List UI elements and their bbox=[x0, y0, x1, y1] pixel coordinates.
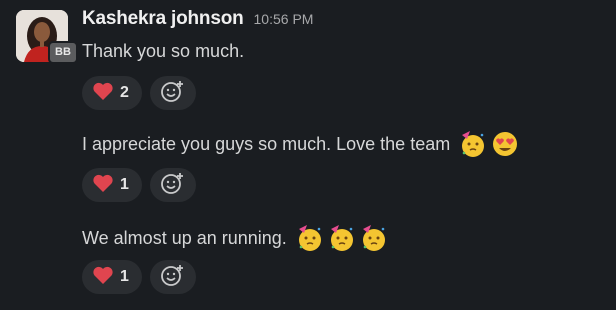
heart-eyes-face-icon bbox=[490, 129, 520, 159]
timestamp[interactable]: 10:56 PM bbox=[254, 11, 314, 27]
partying-face-icon bbox=[295, 223, 325, 253]
message-header: Kashekra johnson 10:56 PM bbox=[82, 8, 313, 30]
reaction-count: 1 bbox=[120, 268, 129, 285]
reaction-heart-button[interactable]: 1 bbox=[82, 168, 142, 202]
red-heart-icon bbox=[92, 265, 114, 290]
add-reaction-button[interactable] bbox=[150, 260, 196, 294]
message-text-content: I appreciate you guys so much. Love the … bbox=[82, 133, 451, 154]
reaction-count: 1 bbox=[120, 176, 129, 193]
partying-face-icon bbox=[359, 223, 389, 253]
message-pane: BB Kashekra johnson 10:56 PM Thank you s… bbox=[0, 0, 616, 310]
message-text: I appreciate you guys so much. Love the … bbox=[82, 128, 520, 160]
add-emoji-icon bbox=[160, 263, 186, 292]
message-text-content: We almost up an running. bbox=[82, 227, 287, 248]
red-heart-icon bbox=[92, 81, 114, 106]
add-emoji-icon bbox=[160, 171, 186, 200]
message-text-content: Thank you so much. bbox=[82, 40, 245, 61]
partying-face-icon bbox=[458, 129, 488, 159]
add-emoji-icon bbox=[160, 79, 186, 108]
add-reaction-button[interactable] bbox=[150, 76, 196, 110]
partying-face-icon bbox=[327, 223, 357, 253]
message-text: Thank you so much. bbox=[82, 36, 244, 66]
sender-name[interactable]: Kashekra johnson bbox=[82, 8, 244, 30]
red-heart-icon bbox=[92, 173, 114, 198]
reaction-row: 1 bbox=[82, 168, 196, 202]
status-badge: BB bbox=[48, 41, 78, 64]
reaction-heart-button[interactable]: 1 bbox=[82, 260, 142, 294]
message-text: We almost up an running. bbox=[82, 222, 389, 254]
reaction-count: 2 bbox=[120, 84, 129, 101]
reaction-row: 1 bbox=[82, 260, 196, 294]
reaction-row: 2 bbox=[82, 76, 196, 110]
add-reaction-button[interactable] bbox=[150, 168, 196, 202]
reaction-heart-button[interactable]: 2 bbox=[82, 76, 142, 110]
